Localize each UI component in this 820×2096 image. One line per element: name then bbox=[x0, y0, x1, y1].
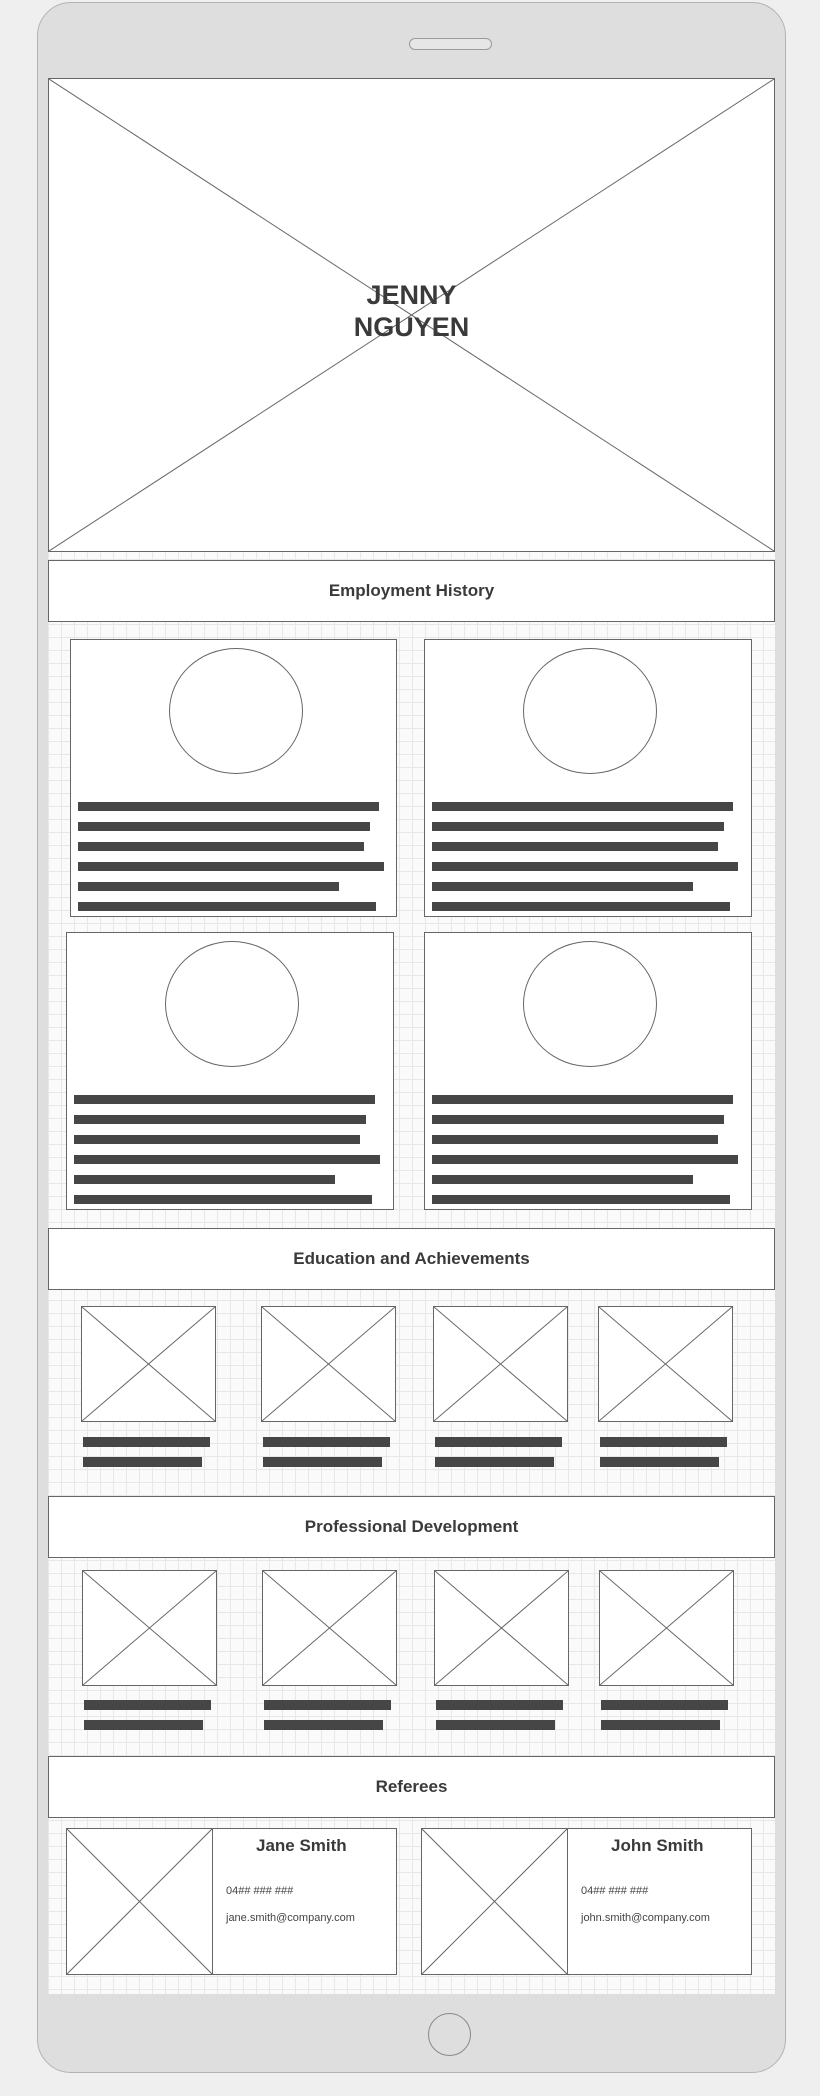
section-title: Professional Development bbox=[304, 1517, 519, 1536]
text-line bbox=[78, 822, 370, 831]
image-placeholder-icon bbox=[422, 1829, 567, 1974]
text-line bbox=[78, 862, 384, 871]
text-line bbox=[78, 882, 339, 891]
hero-last-name: NGUYEN bbox=[353, 312, 470, 342]
text-line bbox=[432, 862, 738, 871]
text-line bbox=[601, 1720, 720, 1730]
hero-image-placeholder: JENNY NGUYEN bbox=[48, 78, 775, 552]
referee-email[interactable]: john.smith@company.com bbox=[581, 1912, 710, 1924]
text-line bbox=[600, 1437, 727, 1447]
section-referees: Referees bbox=[48, 1756, 775, 1818]
image-placeholder-icon bbox=[67, 1829, 212, 1974]
avatar-placeholder bbox=[169, 648, 303, 774]
text-line bbox=[432, 1115, 724, 1124]
text-line bbox=[435, 1437, 562, 1447]
text-line bbox=[78, 902, 376, 911]
section-education: Education and Achievements bbox=[48, 1228, 775, 1290]
avatar-placeholder bbox=[165, 941, 299, 1067]
education-image-placeholder bbox=[433, 1306, 568, 1422]
text-line bbox=[264, 1720, 383, 1730]
text-line bbox=[84, 1720, 203, 1730]
text-line bbox=[74, 1195, 372, 1204]
text-line bbox=[74, 1135, 360, 1144]
text-line bbox=[74, 1155, 380, 1164]
text-line bbox=[83, 1437, 210, 1447]
image-placeholder-icon bbox=[83, 1571, 216, 1685]
referee-email[interactable]: jane.smith@company.com bbox=[226, 1912, 355, 1924]
referee-name: Jane Smith bbox=[256, 1836, 347, 1855]
text-line bbox=[432, 1195, 730, 1204]
text-line bbox=[78, 842, 364, 851]
hero-name: JENNY NGUYEN bbox=[49, 279, 774, 343]
hero-first-name: JENNY bbox=[366, 280, 457, 310]
speaker-slot bbox=[409, 38, 492, 50]
text-line bbox=[432, 1135, 718, 1144]
section-title: Employment History bbox=[328, 581, 495, 600]
image-placeholder-icon bbox=[599, 1307, 732, 1421]
development-image-placeholder bbox=[599, 1570, 734, 1686]
education-image-placeholder bbox=[598, 1306, 733, 1422]
text-line bbox=[435, 1457, 554, 1467]
screen: JENNY NGUYEN Employment History Educatio… bbox=[48, 78, 775, 1994]
text-line bbox=[432, 1175, 693, 1184]
text-line bbox=[74, 1115, 366, 1124]
text-line bbox=[436, 1720, 555, 1730]
referee-card[interactable]: Jane Smith 04## ### ### jane.smith@compa… bbox=[66, 1828, 397, 1975]
text-line bbox=[264, 1700, 391, 1710]
text-line bbox=[436, 1700, 563, 1710]
referee-phone: 04## ### ### bbox=[581, 1885, 649, 1897]
image-placeholder-icon bbox=[262, 1307, 395, 1421]
development-image-placeholder bbox=[82, 1570, 217, 1686]
section-title: Education and Achievements bbox=[293, 1249, 530, 1268]
image-placeholder-icon bbox=[435, 1571, 568, 1685]
text-line bbox=[432, 842, 718, 851]
image-placeholder-icon bbox=[600, 1571, 733, 1685]
text-line bbox=[432, 882, 693, 891]
text-line bbox=[78, 802, 379, 811]
text-line bbox=[74, 1175, 335, 1184]
development-image-placeholder bbox=[262, 1570, 397, 1686]
referee-photo-placeholder bbox=[422, 1829, 568, 1974]
referee-photo-placeholder bbox=[67, 1829, 213, 1974]
employment-card[interactable] bbox=[424, 639, 752, 917]
text-line bbox=[263, 1437, 390, 1447]
text-line bbox=[263, 1457, 382, 1467]
text-line bbox=[432, 802, 733, 811]
text-line bbox=[432, 1155, 738, 1164]
referee-name: John Smith bbox=[611, 1836, 704, 1855]
education-image-placeholder bbox=[261, 1306, 396, 1422]
referee-card[interactable]: John Smith 04## ### ### john.smith@compa… bbox=[421, 1828, 752, 1975]
image-placeholder-icon bbox=[434, 1307, 567, 1421]
image-placeholder-icon bbox=[263, 1571, 396, 1685]
section-title: Referees bbox=[375, 1777, 448, 1796]
text-line bbox=[83, 1457, 202, 1467]
text-line bbox=[600, 1457, 719, 1467]
referee-phone: 04## ### ### bbox=[226, 1885, 294, 1897]
text-line bbox=[432, 1095, 733, 1104]
avatar-placeholder bbox=[523, 648, 657, 774]
text-line bbox=[432, 822, 724, 831]
employment-card[interactable] bbox=[424, 932, 752, 1210]
education-image-placeholder bbox=[81, 1306, 216, 1422]
avatar-placeholder bbox=[523, 941, 657, 1067]
text-line bbox=[601, 1700, 728, 1710]
text-line bbox=[74, 1095, 375, 1104]
employment-card[interactable] bbox=[70, 639, 397, 917]
section-employment-history: Employment History bbox=[48, 560, 775, 622]
text-line bbox=[432, 902, 730, 911]
section-professional-development: Professional Development bbox=[48, 1496, 775, 1558]
home-button[interactable] bbox=[428, 2013, 471, 2056]
image-placeholder-icon bbox=[82, 1307, 215, 1421]
text-line bbox=[84, 1700, 211, 1710]
development-image-placeholder bbox=[434, 1570, 569, 1686]
employment-card[interactable] bbox=[66, 932, 394, 1210]
